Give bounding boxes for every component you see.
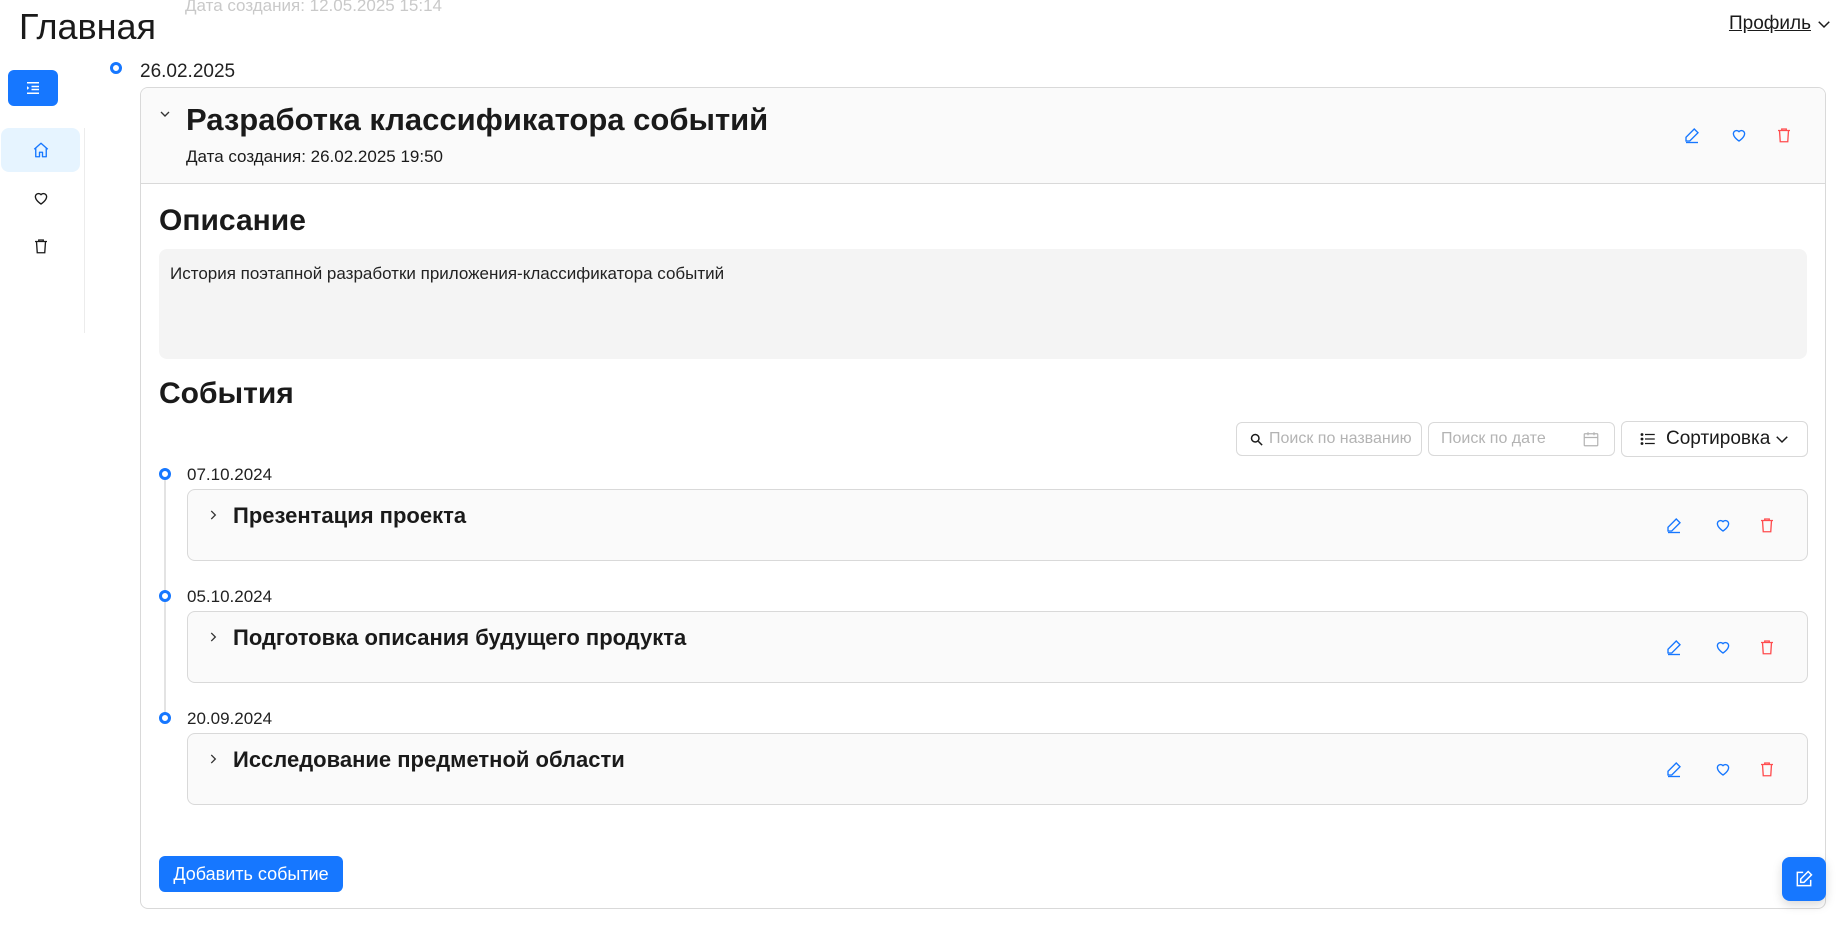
trash-icon	[1761, 518, 1773, 533]
menu-fold-icon	[27, 82, 39, 94]
sidebar-divider	[84, 128, 85, 333]
heart-icon	[1732, 129, 1746, 142]
event-card: Презентация проекта	[187, 489, 1808, 561]
event-title: Исследование предметной области	[233, 747, 625, 772]
timeline-dot	[159, 590, 171, 602]
edit-square-icon	[1796, 870, 1813, 887]
timeline-dot	[159, 468, 171, 480]
edit-icon	[1667, 762, 1681, 778]
event-card: Исследование предметной области	[187, 733, 1808, 805]
sidebar-item-favorites[interactable]	[1, 176, 80, 220]
delete-event-button[interactable]	[1755, 757, 1779, 781]
chevron-right-icon[interactable]	[206, 752, 220, 766]
event-title: Презентация проекта	[233, 503, 467, 528]
project-card-header: Разработка классификатора событий Дата с…	[141, 88, 1825, 184]
floating-edit-button[interactable]	[1782, 857, 1826, 901]
timeline-dot	[159, 712, 171, 724]
previous-item-created-date: Дата создания: 12.05.2025 15:14	[185, 0, 443, 15]
project-card: Разработка классификатора событий Дата с…	[140, 87, 1826, 909]
chevron-down-icon	[1818, 21, 1830, 29]
trash-icon	[1761, 762, 1773, 777]
delete-event-button[interactable]	[1755, 635, 1779, 659]
date-filter	[1428, 422, 1615, 456]
menu-collapse-button[interactable]	[8, 70, 58, 106]
search-input[interactable]	[1269, 430, 1419, 448]
date-search-input[interactable]	[1441, 430, 1581, 448]
home-icon	[33, 142, 48, 158]
event-date: 05.10.2024	[187, 587, 273, 606]
delete-event-button[interactable]	[1755, 513, 1779, 537]
project-title: Разработка классификатора событий	[186, 102, 769, 137]
events-heading: События	[159, 377, 294, 410]
trash-icon	[1761, 640, 1773, 655]
favorite-event-button[interactable]	[1711, 757, 1735, 781]
calendar-icon[interactable]	[1582, 430, 1600, 448]
heart-icon	[34, 192, 47, 205]
add-event-button[interactable]: Добавить событие	[159, 856, 343, 892]
sidebar-item-trash[interactable]	[1, 224, 80, 268]
chevron-right-icon[interactable]	[206, 630, 220, 644]
edit-event-button[interactable]	[1662, 513, 1686, 537]
project-created-date: Дата создания: 26.02.2025 19:50	[186, 147, 444, 166]
search-icon	[1250, 433, 1263, 446]
event-card: Подготовка описания будущего продукта	[187, 611, 1808, 683]
project-date: 26.02.2025	[140, 61, 236, 82]
heart-icon	[1716, 641, 1730, 654]
description-text: История поэтапной разработки приложения-…	[159, 249, 1807, 359]
edit-event-button[interactable]	[1662, 635, 1686, 659]
chevron-down-icon[interactable]	[157, 106, 173, 122]
delete-project-button[interactable]	[1772, 123, 1796, 147]
event-date: 20.09.2024	[187, 709, 273, 728]
edit-icon	[1667, 518, 1681, 534]
list-icon	[1640, 433, 1655, 445]
chevron-right-icon[interactable]	[206, 508, 220, 522]
edit-event-button[interactable]	[1662, 757, 1686, 781]
trash-icon	[1778, 128, 1790, 143]
description-heading: Описание	[159, 204, 306, 237]
event-title: Подготовка описания будущего продукта	[233, 625, 687, 650]
sidebar-item-home[interactable]	[1, 128, 80, 172]
sidebar	[0, 58, 85, 949]
page-title: Главная	[19, 6, 157, 47]
chevron-down-icon	[1776, 436, 1788, 444]
favorite-event-button[interactable]	[1711, 635, 1735, 659]
sort-label: Сортировка	[1666, 428, 1771, 449]
timeline-dot	[110, 62, 122, 74]
event-date: 07.10.2024	[187, 465, 273, 484]
profile-label: Профиль	[1728, 13, 1811, 34]
favorite-project-button[interactable]	[1727, 123, 1751, 147]
edit-icon	[1685, 128, 1699, 144]
trash-icon	[34, 239, 47, 254]
edit-icon	[1667, 640, 1681, 656]
sort-dropdown[interactable]: Сортировка	[1621, 421, 1808, 457]
profile-menu[interactable]: Профиль	[1729, 13, 1833, 35]
heart-icon	[1716, 763, 1730, 776]
favorite-event-button[interactable]	[1711, 513, 1735, 537]
heart-icon	[1716, 519, 1730, 532]
edit-project-button[interactable]	[1680, 123, 1704, 147]
search-by-name	[1236, 422, 1422, 456]
